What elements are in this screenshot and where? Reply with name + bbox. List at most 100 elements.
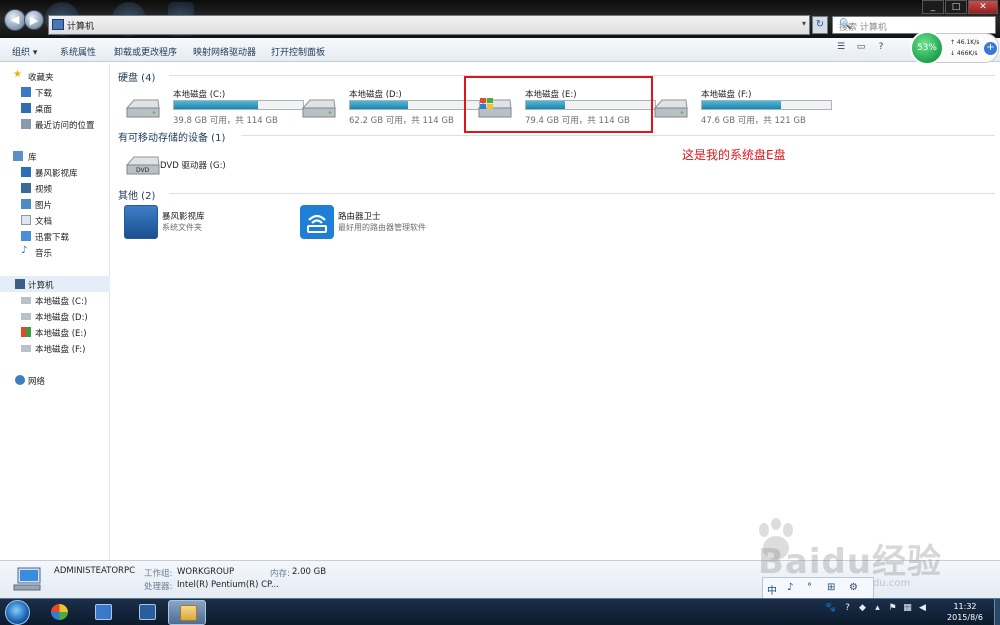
desktop-icon xyxy=(21,103,31,113)
minimize-button[interactable]: _ xyxy=(922,0,944,14)
ime-punct-icon[interactable]: ° xyxy=(807,582,812,593)
memory-usage-ball[interactable]: 53% xyxy=(910,31,944,65)
sidebar-item-drive-f[interactable]: 本地磁盘 (F:) xyxy=(0,340,110,356)
computer-name: ADMINISTEATORPC xyxy=(54,566,136,576)
svg-text:DVD: DVD xyxy=(136,167,150,174)
sidebar-item-music[interactable]: ♪ 音乐 xyxy=(0,244,110,260)
navigation-pane: ★ 收藏夹 下载 桌面 最近访问的位置 库 暴风影视库 视频 图片 文档 迅雷下… xyxy=(0,63,110,560)
taskbar-app-explorer[interactable] xyxy=(168,600,206,625)
map-network-drive-button[interactable]: 映射网络驱动器 xyxy=(193,45,256,58)
dvd-drive-icon: DVD xyxy=(125,156,160,175)
tray-shield-icon[interactable]: ◆ xyxy=(857,603,868,615)
view-options-icon[interactable]: ☰ xyxy=(832,42,850,58)
documents-icon xyxy=(21,215,31,225)
sidebar-item-baofeng[interactable]: 暴风影视库 xyxy=(0,164,110,180)
tray-help-icon[interactable]: ? xyxy=(842,603,853,615)
open-control-panel-button[interactable]: 打开控制面板 xyxy=(271,45,325,58)
uninstall-program-button[interactable]: 卸载或更改程序 xyxy=(114,45,177,58)
library-icon xyxy=(13,151,23,161)
sidebar-favorites[interactable]: ★ 收藏夹 xyxy=(0,68,110,84)
download-folder-icon xyxy=(21,87,31,97)
tray-volume-icon[interactable]: ◀ xyxy=(917,603,928,615)
sidebar-item-recent[interactable]: 最近访问的位置 xyxy=(0,116,110,132)
address-bar[interactable]: 计算机 ▾ xyxy=(48,15,810,35)
ime-voice-icon[interactable]: ♪ xyxy=(787,582,793,593)
ime-lang-icon[interactable]: 中 xyxy=(767,582,777,597)
drive-icon xyxy=(21,345,31,352)
sidebar-item-drive-c[interactable]: 本地磁盘 (C:) xyxy=(0,292,110,308)
sidebar-label: 本地磁盘 (C:) xyxy=(35,297,88,307)
help-icon[interactable]: ? xyxy=(872,42,890,58)
forward-button[interactable]: ▶ xyxy=(24,10,44,30)
drive-usage-fill xyxy=(350,101,409,109)
sidebar-item-downloads[interactable]: 下载 xyxy=(0,84,110,100)
sidebar-item-pictures[interactable]: 图片 xyxy=(0,196,110,212)
taskbar-app-media[interactable] xyxy=(84,600,122,625)
annotation-text: 这是我的系统盘E盘 xyxy=(682,148,786,162)
drive-usage-fill xyxy=(174,101,258,109)
add-icon[interactable]: + xyxy=(984,42,997,55)
taskbar-app-360[interactable] xyxy=(40,600,78,625)
recent-places-icon xyxy=(21,119,31,129)
other-item-baofeng[interactable]: 暴风影视库 系统文件夹 xyxy=(124,205,284,245)
sidebar-item-desktop[interactable]: 桌面 xyxy=(0,100,110,116)
sidebar-label: 本地磁盘 (E:) xyxy=(35,329,87,339)
taskbar-app-browser[interactable] xyxy=(128,600,166,625)
ime-toolbar[interactable]: 中 ♪ ° ⊞ ⚙ xyxy=(762,577,874,599)
network-speed-widget[interactable]: 53% ↑ 46.1K/s ↓ 466K/s + xyxy=(910,31,999,65)
organize-button[interactable]: 组织 ▾ xyxy=(12,45,37,58)
start-button[interactable] xyxy=(2,599,34,625)
tray-network-icon[interactable]: ▦ xyxy=(902,603,913,615)
processor-value: Intel(R) Pentium(R) CP... xyxy=(177,580,279,590)
dvd-drive[interactable]: DVD DVD 驱动器 (G:) xyxy=(124,151,304,183)
drive-name: 本地磁盘 (C:) xyxy=(173,90,226,100)
hard-drive-icon xyxy=(301,99,336,118)
drive-f[interactable]: 本地磁盘 (F:) 47.6 GB 可用，共 121 GB xyxy=(652,86,832,132)
command-bar: 组织 ▾ 系统属性 卸载或更改程序 映射网络驱动器 打开控制面板 ☰ ▭ ? xyxy=(0,38,1000,62)
search-icon[interactable]: 🔍 xyxy=(839,19,992,30)
browser-icon xyxy=(139,604,156,620)
show-desktop-button[interactable] xyxy=(994,599,1000,625)
tray-flag-icon[interactable]: ⚑ xyxy=(887,603,898,615)
group-divider xyxy=(169,193,995,194)
group-removable[interactable]: 有可移动存储的设备 (1) xyxy=(118,129,225,144)
sidebar-item-thunder[interactable]: 迅雷下载 xyxy=(0,228,110,244)
drive-d[interactable]: 本地磁盘 (D:) 62.2 GB 可用，共 114 GB xyxy=(300,86,480,132)
drive-icon xyxy=(21,297,31,304)
item-name: 暴风影视库 xyxy=(162,212,205,222)
workgroup-value: WORKGROUP xyxy=(177,567,235,577)
sidebar-item-videos[interactable]: 视频 xyxy=(0,180,110,196)
film-icon xyxy=(95,604,112,620)
refresh-button[interactable]: ↻ xyxy=(812,16,828,34)
sidebar-item-documents[interactable]: 文档 xyxy=(0,212,110,228)
tray-paw-icon[interactable]: 🐾 xyxy=(825,603,836,615)
preview-pane-icon[interactable]: ▭ xyxy=(852,42,870,58)
drive-name: 本地磁盘 (D:) xyxy=(349,90,402,100)
sidebar-item-drive-d[interactable]: 本地磁盘 (D:) xyxy=(0,308,110,324)
group-other[interactable]: 其他 (2) xyxy=(118,187,155,202)
other-item-router-guard[interactable]: 路由器卫士 最好用的路由器管理软件 xyxy=(300,205,460,245)
search-input[interactable]: 搜索 计算机 🔍 xyxy=(832,16,996,34)
system-properties-button[interactable]: 系统属性 xyxy=(60,45,96,58)
video-library-icon xyxy=(21,167,31,177)
star-icon: ★ xyxy=(13,69,22,80)
tray-arrow-icon[interactable]: ▴ xyxy=(872,603,883,615)
maximize-button[interactable]: □ xyxy=(945,0,967,14)
sidebar-label: 最近访问的位置 xyxy=(35,121,95,131)
item-subtitle: 最好用的路由器管理软件 xyxy=(338,223,426,232)
hard-drive-icon xyxy=(653,99,688,118)
group-hard-disks[interactable]: 硬盘 (4) xyxy=(118,69,155,84)
back-button[interactable]: ◀ xyxy=(4,9,26,31)
sidebar-computer[interactable]: 计算机 xyxy=(0,276,110,292)
processor-label: 处理器: xyxy=(144,582,173,592)
close-button[interactable]: ✕ xyxy=(968,0,998,14)
clock[interactable]: 11:32 2015/8/6 xyxy=(940,601,990,623)
address-dropdown-icon[interactable]: ▾ xyxy=(802,19,806,28)
sidebar-network[interactable]: 网络 xyxy=(0,372,110,388)
drive-c[interactable]: 本地磁盘 (C:) 39.8 GB 可用，共 114 GB xyxy=(124,86,304,132)
sidebar-item-drive-e[interactable]: 本地磁盘 (E:) xyxy=(0,324,110,340)
ime-settings-icon[interactable]: ⚙ xyxy=(849,582,858,593)
breadcrumb[interactable]: 计算机 xyxy=(67,19,94,32)
ime-keyboard-icon[interactable]: ⊞ xyxy=(827,582,835,593)
sidebar-libraries[interactable]: 库 xyxy=(0,148,110,164)
